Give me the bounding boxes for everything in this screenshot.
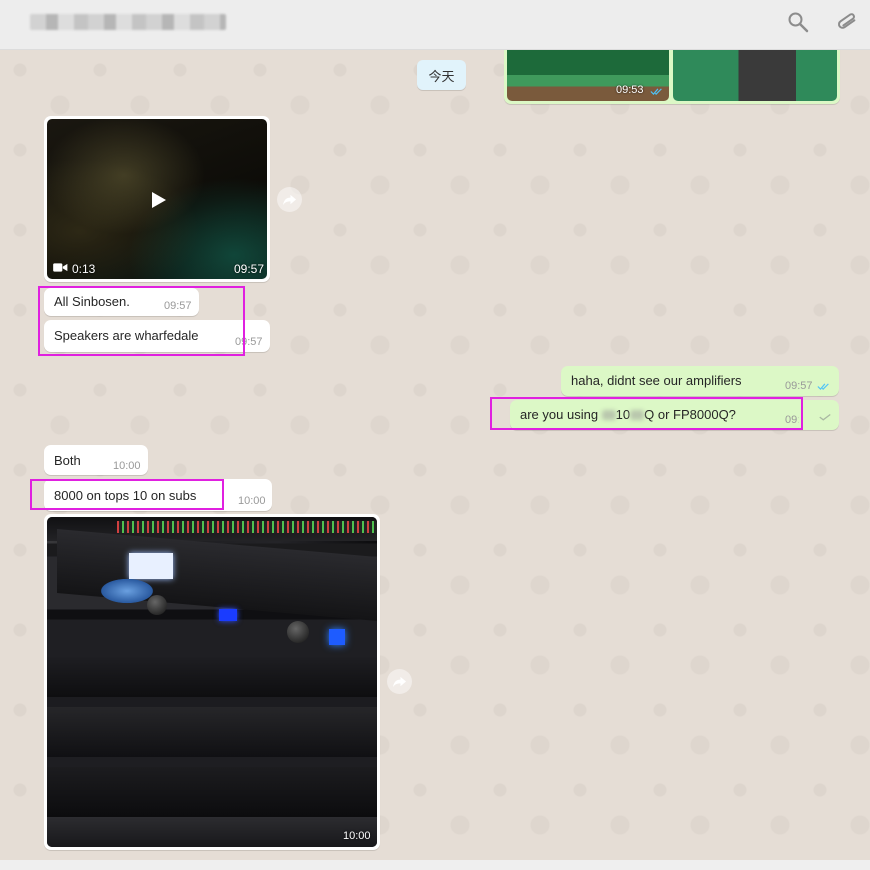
message-text: haha, didnt see our amplifiers	[571, 373, 742, 388]
highlight-box	[38, 286, 245, 356]
contact-name-redacted[interactable]	[30, 14, 226, 30]
footer-bar	[0, 860, 870, 870]
forward-button[interactable]	[277, 187, 302, 212]
double-check-icon	[817, 383, 829, 391]
play-icon[interactable]	[148, 190, 168, 210]
meter-strip	[117, 521, 377, 533]
knob	[147, 595, 167, 615]
message-time: 09:57	[234, 262, 265, 276]
incoming-video-message[interactable]: 0:13 09:57	[44, 116, 270, 282]
message-time: 10:00	[238, 495, 266, 507]
display-panel	[129, 553, 173, 579]
paperclip-icon[interactable]	[834, 9, 860, 35]
rack-unit	[47, 767, 377, 817]
message-time: 09:57	[785, 380, 813, 392]
double-check-icon	[650, 88, 662, 96]
incoming-text-message[interactable]: Both 10:00	[44, 445, 148, 475]
search-icon[interactable]	[786, 10, 810, 34]
outgoing-text-message[interactable]: haha, didnt see our amplifiers 09:57	[561, 366, 839, 396]
video-camera-icon	[53, 263, 68, 272]
highlight-box	[30, 479, 224, 510]
rack-unit	[47, 817, 377, 847]
rack-unit	[47, 707, 377, 757]
message-time: 10:00	[113, 460, 141, 472]
rack-unit	[47, 657, 377, 697]
message-time: 10:00	[343, 830, 371, 842]
message-time: 09:53	[616, 84, 644, 96]
single-check-icon	[819, 413, 831, 421]
message-text: Both	[54, 453, 81, 468]
forward-icon	[392, 676, 407, 688]
incoming-image-message[interactable]: 10:00	[44, 514, 380, 850]
highlight-box	[490, 397, 803, 430]
photo-thumbnail[interactable]	[47, 517, 377, 847]
date-divider: 今天	[417, 60, 466, 90]
chat-panel: 09:53 今天 0:13 09:57 All Sinbosen. 09:57 …	[0, 50, 870, 860]
rack-unit	[57, 529, 377, 621]
blue-button	[329, 629, 345, 645]
knob	[287, 621, 309, 643]
chat-header	[0, 0, 870, 50]
video-duration: 0:13	[72, 262, 96, 276]
blue-led-display	[219, 609, 237, 621]
forward-icon	[282, 194, 297, 206]
forward-button[interactable]	[387, 669, 412, 694]
image-thumbnail[interactable]	[673, 50, 837, 101]
image-thumbnail[interactable]	[507, 50, 669, 101]
outgoing-image-message[interactable]: 09:53	[504, 50, 840, 104]
